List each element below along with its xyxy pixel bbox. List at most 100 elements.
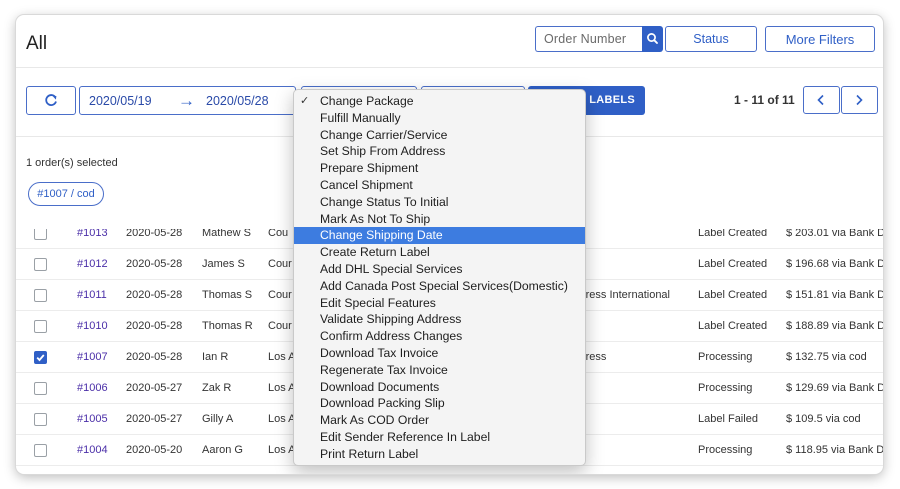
menu-item-confirm-address-changes[interactable]: Confirm Address Changes [294, 328, 585, 345]
prev-page-button[interactable] [803, 86, 840, 114]
date-range-picker[interactable]: 2020/05/19 → 2020/05/28 [79, 86, 296, 115]
customer-city: Cour [268, 320, 292, 332]
order-amount: $ 203.01 via Bank D [786, 229, 883, 239]
chevron-left-icon [817, 94, 824, 106]
customer-name: Mathew S [202, 229, 251, 239]
status-filter-button[interactable]: Status [665, 26, 757, 52]
row-checkbox[interactable] [34, 258, 47, 271]
menu-item-change-carrier-service[interactable]: Change Carrier/Service [294, 127, 585, 144]
menu-item-label: Print Return Label [320, 446, 419, 461]
menu-item-regenerate-tax-invoice[interactable]: Regenerate Tax Invoice [294, 362, 585, 379]
menu-item-prepare-shipment[interactable]: Prepare Shipment [294, 160, 585, 177]
customer-city: Los A [268, 413, 296, 425]
customer-city: Los A [268, 382, 296, 394]
menu-item-label: Validate Shipping Address [320, 312, 462, 327]
order-number-link[interactable]: #1012 [77, 258, 108, 270]
order-status: Label Created [698, 258, 768, 270]
customer-name: Ian R [202, 351, 229, 363]
order-number-link[interactable]: #1010 [77, 320, 108, 332]
arrow-right-icon: → [178, 91, 195, 110]
order-status: Label Created [698, 320, 768, 332]
row-checkbox[interactable] [34, 444, 47, 457]
menu-item-add-canada-post-special-services[interactable]: Add Canada Post Special Services(Domesti… [294, 278, 585, 295]
menu-item-label: Download Packing Slip [320, 396, 445, 411]
menu-item-set-ship-from-address[interactable]: Set Ship From Address [294, 143, 585, 160]
order-status: Processing [698, 351, 753, 363]
customer-name: James S [202, 258, 245, 270]
menu-item-label: Change Status To Initial [320, 194, 449, 209]
menu-item-label: Cancel Shipment [320, 177, 413, 192]
order-amount: $ 129.69 via Bank D [786, 382, 883, 394]
checkmark-icon [36, 354, 45, 362]
selected-order-tag[interactable]: #1007 / cod [28, 182, 104, 206]
menu-item-mark-as-cod-order[interactable]: Mark As COD Order [294, 412, 585, 429]
menu-item-edit-special-features[interactable]: Edit Special Features [294, 295, 585, 312]
row-checkbox[interactable] [34, 229, 47, 240]
order-number-search-input[interactable]: Order Number [535, 26, 642, 52]
checkmark-icon: ✓ [300, 95, 310, 107]
search-button[interactable] [642, 26, 663, 52]
customer-name: Thomas R [202, 320, 253, 332]
menu-item-label: Add DHL Special Services [320, 261, 463, 276]
menu-item-add-dhl-special-services[interactable]: Add DHL Special Services [294, 261, 585, 278]
menu-item-label: Change Shipping Date [320, 228, 443, 243]
customer-name: Thomas S [202, 289, 253, 301]
more-filters-button[interactable]: More Filters [765, 26, 875, 52]
order-number-link[interactable]: #1007 [77, 351, 108, 363]
order-amount: $ 118.95 via Bank D [786, 444, 883, 456]
date-from[interactable]: 2020/05/19 [89, 94, 152, 108]
date-to[interactable]: 2020/05/28 [206, 94, 269, 108]
order-date: 2020-05-28 [126, 289, 183, 301]
next-page-button[interactable] [841, 86, 878, 114]
order-amount: $ 132.75 via cod [786, 351, 867, 363]
row-checkbox[interactable] [34, 289, 47, 302]
order-date: 2020-05-28 [126, 351, 183, 363]
order-amount: $ 188.89 via Bank D [786, 320, 883, 332]
menu-item-cancel-shipment[interactable]: Cancel Shipment [294, 177, 585, 194]
menu-item-create-return-label[interactable]: Create Return Label [294, 244, 585, 261]
menu-item-label: Regenerate Tax Invoice [320, 362, 448, 377]
menu-item-validate-shipping-address[interactable]: Validate Shipping Address [294, 311, 585, 328]
menu-item-label: Mark As Not To Ship [320, 211, 431, 226]
menu-item-print-return-label[interactable]: Print Return Label [294, 446, 585, 463]
order-number-link[interactable]: #1004 [77, 444, 108, 456]
customer-name: Gilly A [202, 413, 234, 425]
order-number-link[interactable]: #1011 [77, 289, 107, 301]
order-status: Label Created [698, 229, 768, 239]
menu-item-label: Edit Special Features [320, 295, 436, 310]
menu-item-label: Mark As COD Order [320, 413, 430, 428]
order-number-link[interactable]: #1013 [77, 229, 108, 239]
row-checkbox[interactable] [34, 413, 47, 426]
order-number-link[interactable]: #1006 [77, 382, 108, 394]
customer-city: Cour [268, 258, 292, 270]
menu-item-download-packing-slip[interactable]: Download Packing Slip [294, 395, 585, 412]
menu-item-download-documents[interactable]: Download Documents [294, 379, 585, 396]
order-status: Label Created [698, 289, 768, 301]
menu-item-change-status-to-initial[interactable]: Change Status To Initial [294, 194, 585, 211]
menu-item-change-package[interactable]: ✓ Change Package [294, 93, 585, 110]
order-number-link[interactable]: #1005 [77, 413, 108, 425]
customer-city: Cou [268, 229, 289, 239]
menu-item-label: Set Ship From Address [320, 144, 446, 159]
row-checkbox[interactable] [34, 351, 47, 364]
pagination-count: 1 - 11 of 11 [734, 93, 795, 107]
menu-item-label: Change Carrier/Service [320, 127, 448, 142]
customer-name: Zak R [202, 382, 232, 394]
menu-item-download-tax-invoice[interactable]: Download Tax Invoice [294, 345, 585, 362]
refresh-button[interactable] [26, 86, 76, 115]
bulk-actions-menu: ✓ Change Package Fulfill Manually Change… [293, 89, 586, 466]
customer-name: Aaron G [202, 444, 243, 456]
order-date: 2020-05-20 [126, 444, 183, 456]
order-date: 2020-05-28 [126, 320, 183, 332]
menu-item-label: Download Documents [320, 379, 440, 394]
menu-item-label: Edit Sender Reference In Label [320, 429, 491, 444]
order-status: Label Failed [698, 413, 758, 425]
menu-item-label: Confirm Address Changes [320, 329, 463, 344]
menu-item-fulfill-manually[interactable]: Fulfill Manually [294, 110, 585, 127]
row-checkbox[interactable] [34, 382, 47, 395]
menu-item-edit-sender-reference[interactable]: Edit Sender Reference In Label [294, 429, 585, 446]
menu-item-mark-as-not-to-ship[interactable]: Mark As Not To Ship [294, 211, 585, 228]
selected-count: 1 order(s) selected [26, 157, 118, 169]
row-checkbox[interactable] [34, 320, 47, 333]
menu-item-change-shipping-date[interactable]: Change Shipping Date [294, 227, 585, 245]
